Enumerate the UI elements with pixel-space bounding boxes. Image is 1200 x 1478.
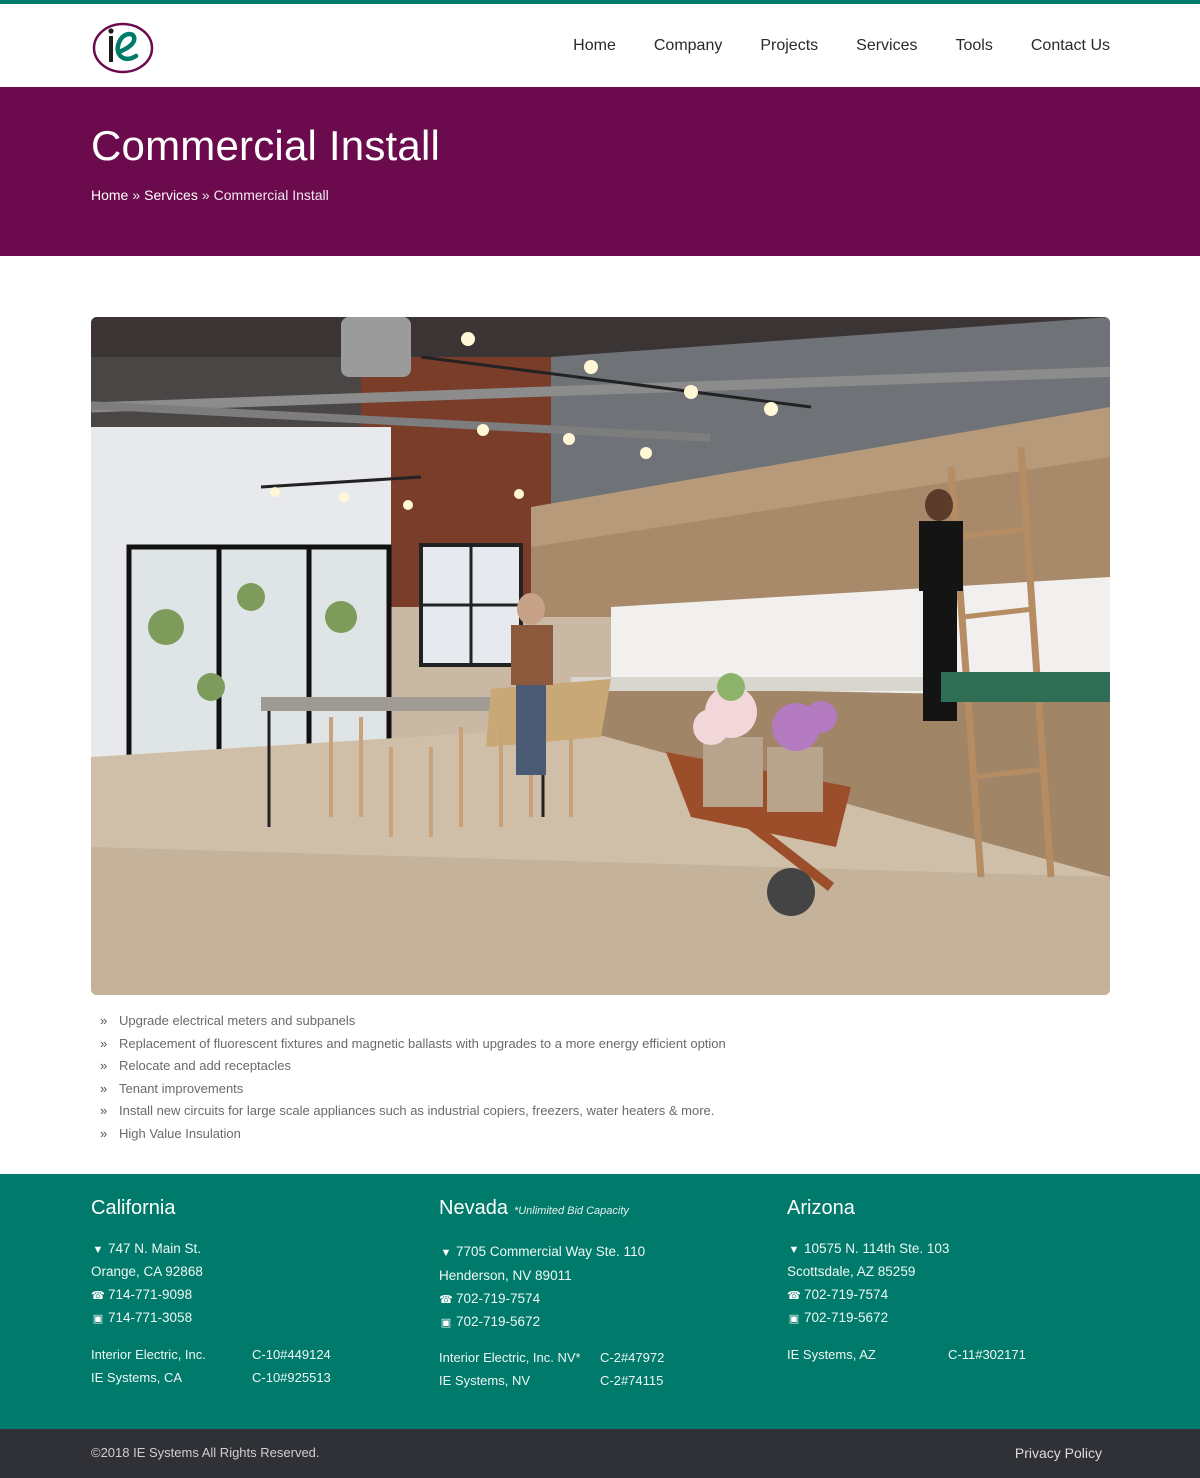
chevron-right-icon: » (100, 1035, 108, 1051)
arizona-fax: ▣ 702-719-5672 (788, 1310, 889, 1325)
phone-icon: ☎ (91, 1290, 105, 1302)
chevron-right-icon: » (100, 1103, 108, 1119)
chevron-right-icon: » (100, 1058, 108, 1074)
list-item: » Relocate and add receptacles (100, 1055, 726, 1078)
list-item: » Replacement of fluorescent fixtures and… (100, 1033, 726, 1056)
list-item: » Upgrade electrical meters and subpanels (100, 1010, 726, 1033)
nav-company[interactable]: Company (654, 4, 722, 87)
arizona-address-line1: ▼ 10575 N. 114th Ste. 103 (788, 1241, 950, 1256)
license-name: IE Systems, NV (439, 1373, 531, 1388)
license-number: C-10#449124 (252, 1347, 331, 1362)
copyright-text: ©2018 IE Systems All Rights Reserved. (91, 1445, 320, 1460)
breadcrumb-separator: » (132, 187, 141, 203)
site-header: Home Company Projects Services Tools Con… (0, 4, 1200, 87)
license-name: IE Systems, CA (91, 1370, 183, 1385)
map-marker-icon: ▼ (788, 1244, 800, 1256)
site-footer: California ▼ 747 N. Main St. Orange, CA 9… (0, 1174, 1200, 1429)
breadcrumb-separator: » (201, 187, 210, 203)
chevron-right-icon: » (100, 1080, 108, 1096)
nevada-address-line2: Henderson, NV 89011 (439, 1268, 572, 1283)
nevada-phone[interactable]: ☎ 702-719-7574 (439, 1291, 540, 1306)
fax-icon: ▣ (788, 1313, 800, 1325)
breadcrumb-services[interactable]: Services (144, 187, 198, 203)
footer-arizona-title: Arizona (787, 1197, 855, 1219)
breadcrumb-home[interactable]: Home (91, 187, 128, 203)
chevron-right-icon: » (100, 1125, 108, 1141)
license-number: C-10#925513 (252, 1370, 331, 1385)
arizona-address-line2: Scottsdale, AZ 85259 (787, 1264, 916, 1279)
page-title: Commercial Install (91, 122, 441, 169)
page-banner: Commercial Install Home» Services» Commerc… (0, 87, 1200, 256)
feature-list: » Upgrade electrical meters and subpanels… (100, 1010, 726, 1146)
license-name: Interior Electric, Inc. (91, 1347, 206, 1362)
breadcrumb-current: Commercial Install (213, 187, 329, 203)
fax-icon: ▣ (440, 1317, 452, 1329)
phone-icon: ☎ (439, 1294, 453, 1306)
fax-icon: ▣ (92, 1313, 104, 1325)
california-phone[interactable]: ☎ 714-771-9098 (91, 1287, 192, 1302)
license-name: IE Systems, AZ (787, 1347, 876, 1362)
map-marker-icon: ▼ (92, 1244, 104, 1256)
license-number: C-2#74115 (600, 1373, 664, 1388)
license-number: C-11#302171 (948, 1347, 1026, 1362)
nevada-fax: ▣ 702-719-5672 (440, 1314, 541, 1329)
nevada-address-line1: ▼ 7705 Commercial Way Ste. 110 (440, 1244, 646, 1259)
privacy-policy-link[interactable]: Privacy Policy (1015, 1445, 1102, 1461)
footer-nevada-title: Nevada *Unlimited Bid Capacity (439, 1197, 629, 1219)
nav-projects[interactable]: Projects (760, 4, 818, 87)
california-address-line2: Orange, CA 92868 (91, 1264, 203, 1279)
nav-tools[interactable]: Tools (956, 4, 993, 87)
breadcrumb: Home» Services» Commercial Install (91, 187, 329, 203)
commercial-install-photo (91, 317, 1110, 995)
nav-contact-us[interactable]: Contact Us (1031, 4, 1110, 87)
list-item: » High Value Insulation (100, 1123, 726, 1146)
license-number: C-2#47972 (600, 1350, 665, 1365)
main-nav: Home Company Projects Services Tools Con… (535, 4, 1110, 87)
arizona-phone[interactable]: ☎ 702-719-7574 (787, 1287, 888, 1302)
map-marker-icon: ▼ (440, 1247, 452, 1259)
bottom-bar: ©2018 IE Systems All Rights Reserved. Pr… (0, 1429, 1200, 1478)
nav-home[interactable]: Home (573, 4, 616, 87)
list-item: » Install new circuits for large scale ap… (100, 1100, 726, 1123)
california-address-line1: ▼ 747 N. Main St. (92, 1241, 202, 1256)
footer-california-title: California (91, 1197, 176, 1219)
list-item: » Tenant improvements (100, 1078, 726, 1101)
california-fax: ▣ 714-771-3058 (92, 1310, 193, 1325)
nav-services[interactable]: Services (856, 4, 917, 87)
chevron-right-icon: » (100, 1013, 108, 1028)
bid-capacity-note: *Unlimited Bid Capacity (513, 1205, 629, 1217)
license-name: Interior Electric, Inc. NV* (439, 1350, 581, 1365)
phone-icon: ☎ (787, 1290, 801, 1302)
ie-logo[interactable] (92, 22, 154, 74)
